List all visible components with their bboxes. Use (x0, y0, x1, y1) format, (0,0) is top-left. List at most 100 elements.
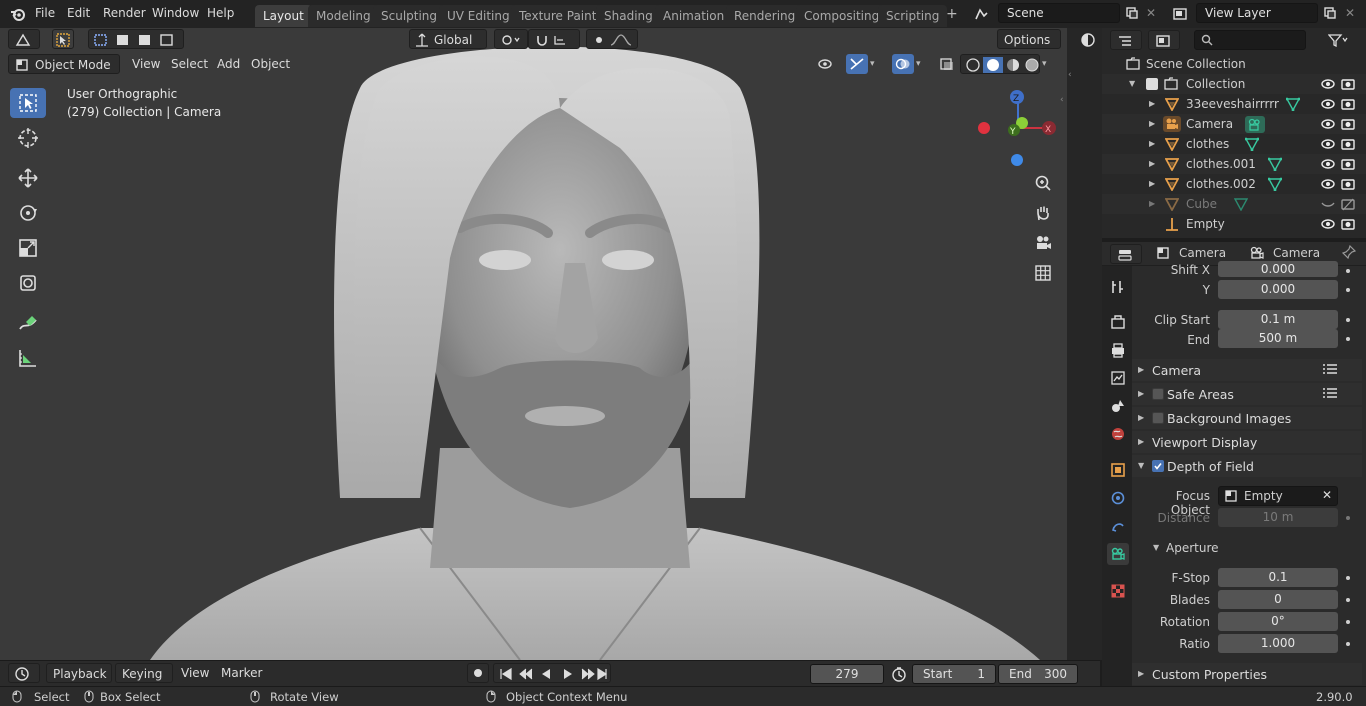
safe-areas-checkbox[interactable] (1152, 388, 1164, 400)
keyframe-dot-icon[interactable] (1346, 318, 1350, 322)
menu-file[interactable]: File (35, 6, 55, 20)
xray-toggle[interactable] (936, 54, 958, 74)
viewport-menu-add[interactable]: Add (211, 54, 246, 74)
keying-dropdown[interactable]: Keying (115, 663, 173, 683)
clip-end-field[interactable]: 500 m (1218, 329, 1338, 348)
blender-logo-icon[interactable] (10, 6, 26, 25)
subpanel-aperture[interactable]: ▼ Aperture (1148, 538, 1358, 558)
tool-rotate[interactable] (10, 198, 46, 228)
new-scene-icon[interactable] (1122, 3, 1142, 23)
menu-help[interactable]: Help (207, 6, 234, 20)
collapse-sidebar-icon[interactable]: ‹ (1068, 70, 1072, 80)
presets-list-icon[interactable] (1322, 386, 1338, 403)
physics-tab-icon[interactable] (1107, 487, 1129, 509)
menu-window[interactable]: Window (152, 6, 199, 20)
navigation-gizmo[interactable]: Z Y X (970, 83, 1066, 173)
panel-safe-areas[interactable]: ▶ Safe Areas (1132, 383, 1362, 405)
shading-mode-buttons[interactable] (960, 54, 1040, 74)
render-camera-icon[interactable] (1340, 156, 1356, 175)
texture-tab-icon[interactable] (1107, 580, 1129, 602)
timeline-menu-marker[interactable]: Marker (215, 663, 268, 683)
visibility-eye-icon[interactable] (1320, 156, 1336, 175)
tab-rendering[interactable]: Rendering (726, 5, 804, 27)
clip-start-field[interactable]: 0.1 m (1218, 310, 1338, 329)
outliner-search-input[interactable] (1194, 30, 1306, 50)
clear-focus-object-icon[interactable]: ✕ (1322, 488, 1332, 502)
tool-select-box[interactable] (10, 88, 46, 118)
outliner-row-camera[interactable]: ▶ Camera (1102, 114, 1366, 134)
tab-compositing[interactable]: Compositing (796, 5, 888, 27)
filter-dropdown[interactable] (1322, 30, 1354, 50)
expand-row-icon[interactable]: ▶ (1149, 179, 1155, 188)
gizmo-dropdown-icon[interactable]: ▾ (868, 54, 886, 74)
render-camera-icon[interactable] (1340, 216, 1356, 235)
pin-icon[interactable] (1341, 244, 1357, 262)
blades-field[interactable]: 0 (1218, 590, 1338, 609)
outliner-row-empty[interactable]: Empty (1102, 214, 1366, 234)
keyframe-dot-icon[interactable] (1346, 598, 1350, 602)
tool-move[interactable] (10, 163, 46, 193)
start-frame-field[interactable]: Start 1 (912, 664, 996, 684)
snap-toggle[interactable] (528, 29, 580, 49)
playback-dropdown[interactable]: Playback (46, 663, 112, 683)
render-camera-icon[interactable] (1340, 116, 1356, 135)
editor-type-button[interactable] (8, 29, 40, 49)
expand-n-panel-icon[interactable]: ‹ (1060, 95, 1064, 105)
render-camera-icon[interactable] (1340, 176, 1356, 195)
background-images-checkbox[interactable] (1152, 412, 1164, 424)
gizmo-toggle[interactable] (846, 54, 868, 74)
expand-row-icon[interactable]: ▶ (1149, 199, 1155, 208)
close-view-layer-icon[interactable]: ✕ (1340, 3, 1360, 23)
tab-scripting[interactable]: Scripting (878, 5, 948, 27)
tab-shading[interactable]: Shading (596, 5, 661, 27)
shift-x-field[interactable]: 0.000 (1218, 261, 1338, 277)
fstop-field[interactable]: 0.1 (1218, 568, 1338, 587)
shift-y-field[interactable]: 0.000 (1218, 280, 1338, 299)
visibility-eye-icon[interactable] (1320, 176, 1336, 195)
menu-edit[interactable]: Edit (67, 6, 90, 20)
outliner-editor-type-button[interactable] (1110, 30, 1142, 50)
outliner-editor-icon[interactable] (1080, 32, 1096, 51)
options-dropdown[interactable]: Options (997, 29, 1061, 49)
render-camera-icon[interactable] (1340, 136, 1356, 155)
record-button[interactable] (467, 663, 489, 683)
keyframe-dot-icon[interactable] (1346, 576, 1350, 580)
scene-field[interactable]: Scene (998, 3, 1120, 23)
new-view-layer-icon[interactable] (1320, 3, 1340, 23)
menu-render[interactable]: Render (103, 6, 146, 20)
add-workspace-icon[interactable]: + (946, 6, 958, 22)
ratio-field[interactable]: 1.000 (1218, 634, 1338, 653)
camera-data-tab-icon[interactable] (1107, 543, 1129, 565)
timeline-menu-view[interactable]: View (175, 663, 215, 683)
3d-viewport[interactable]: Global Options Object Mode View Select A… (0, 28, 1067, 660)
select-tool-button[interactable] (52, 29, 74, 49)
panel-viewport-display[interactable]: ▶ Viewport Display (1132, 431, 1362, 453)
outliner-row-collection[interactable]: ▼ Collection (1102, 74, 1366, 94)
viewport-menu-view[interactable]: View (126, 54, 166, 74)
playback-controls[interactable] (493, 663, 611, 683)
proportional-edit-toggle[interactable] (586, 29, 638, 49)
hidden-eye-icon[interactable] (1320, 196, 1336, 215)
world-tab-icon[interactable] (1107, 423, 1129, 445)
render-camera-icon[interactable] (1340, 196, 1356, 215)
tool-settings-tab-icon[interactable] (1107, 276, 1129, 298)
visibility-eye-icon[interactable] (1320, 96, 1336, 115)
scene-tab-icon[interactable] (1107, 395, 1129, 417)
tab-modeling[interactable]: Modeling (308, 5, 379, 27)
collection-exclude-checkbox[interactable] (1146, 78, 1158, 90)
object-properties-tab-icon[interactable] (1107, 459, 1129, 481)
panel-depth-of-field[interactable]: ▼ Depth of Field (1132, 455, 1362, 477)
visibility-eye-icon[interactable] (1320, 116, 1336, 135)
render-camera-icon[interactable] (1340, 96, 1356, 115)
display-mode-dropdown[interactable] (1148, 30, 1180, 50)
outliner-row-clothes-001[interactable]: ▶ clothes.001 (1102, 154, 1366, 174)
view-layer-icon[interactable] (1170, 4, 1190, 24)
panel-camera[interactable]: ▶ Camera (1132, 359, 1362, 381)
output-tab-icon[interactable] (1107, 339, 1129, 361)
tool-transform[interactable] (10, 268, 46, 298)
tool-measure[interactable] (10, 343, 46, 373)
tab-texture-paint[interactable]: Texture Paint (511, 5, 605, 27)
focus-object-field[interactable]: Empty ✕ (1218, 486, 1338, 506)
expand-row-icon[interactable]: ▶ (1149, 99, 1155, 108)
keyframe-dot-icon[interactable] (1346, 269, 1350, 273)
